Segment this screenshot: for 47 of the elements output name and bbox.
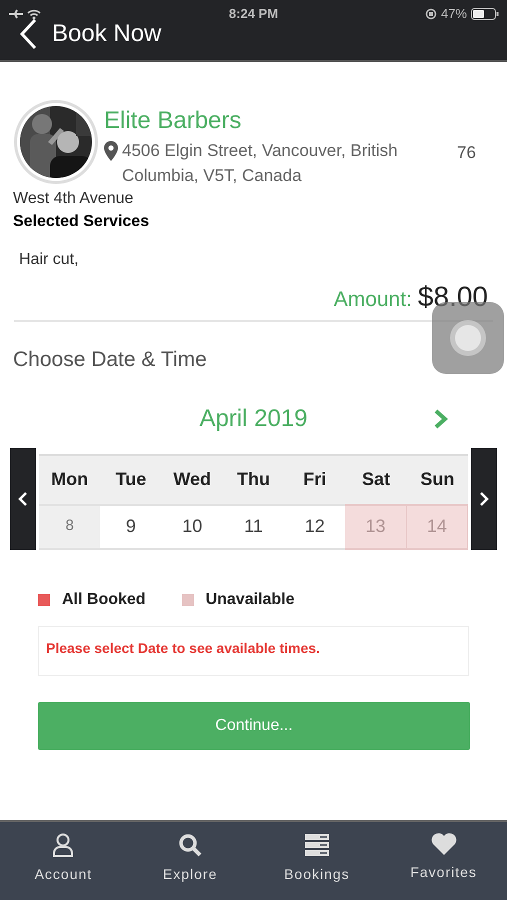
weekday-header: Thu — [222, 456, 284, 504]
date-cell[interactable]: 8 — [39, 504, 100, 550]
shop-area: West 4th Avenue — [0, 188, 507, 210]
search-icon — [177, 832, 204, 858]
list-icon — [304, 832, 330, 858]
tab-button[interactable]: Explore — [126, 822, 254, 900]
rotation-lock-icon — [424, 8, 437, 20]
next-month-icon[interactable] — [433, 408, 449, 430]
date-cell[interactable]: 10 — [162, 504, 223, 550]
tab-button[interactable]: Favorites — [380, 822, 507, 900]
weekday-header: Wed — [162, 456, 223, 504]
back-icon[interactable] — [18, 18, 38, 50]
weekday-header: Tue — [100, 456, 162, 504]
date-cell[interactable]: 12 — [284, 504, 346, 550]
legend-label: All Booked — [62, 590, 146, 610]
chevron-right-icon — [479, 490, 489, 506]
weekday-header: Sat — [345, 456, 407, 504]
weekday-header: Sun — [406, 456, 468, 504]
section-heading: Choose Date & Time — [12, 347, 208, 373]
location-pin-icon — [104, 141, 118, 161]
amount-value: $8.00 — [418, 280, 488, 314]
battery-icon — [471, 8, 499, 20]
tab-button[interactable]: Bookings — [254, 822, 380, 900]
previous-week-button[interactable] — [10, 448, 36, 550]
services-list: Hair cut, — [0, 248, 507, 272]
tab-button[interactable]: Account — [0, 822, 127, 900]
shop-count: 76 — [456, 142, 477, 164]
heart-icon — [430, 832, 457, 856]
wifi-icon — [26, 8, 42, 20]
legend-label: Unavailable — [206, 590, 294, 610]
battery-percent: 47% — [440, 5, 467, 24]
date-cell[interactable]: 11 — [222, 504, 284, 550]
weekday-header: Mon — [39, 456, 100, 504]
airplane-icon — [8, 8, 24, 20]
status-time: 8:24 PM — [228, 5, 278, 24]
next-week-button[interactable] — [471, 448, 497, 550]
shop-name: Elite Barbers — [104, 106, 242, 136]
weekday-header: Fri — [284, 456, 346, 504]
shop-address: 4506 Elgin Street, Vancouver, British Columbia, V5T, Canada — [122, 141, 398, 185]
month-label: April 2019 — [199, 404, 308, 434]
services-heading: Selected Services — [12, 212, 150, 232]
circle-icon — [448, 318, 488, 358]
info-message: Please select Date to see available times. — [46, 640, 320, 656]
amount-label: Amount: — [334, 287, 412, 313]
chevron-left-icon — [18, 490, 28, 506]
date-cell[interactable]: 9 — [100, 504, 162, 550]
screen-title: Book Now — [52, 19, 162, 49]
